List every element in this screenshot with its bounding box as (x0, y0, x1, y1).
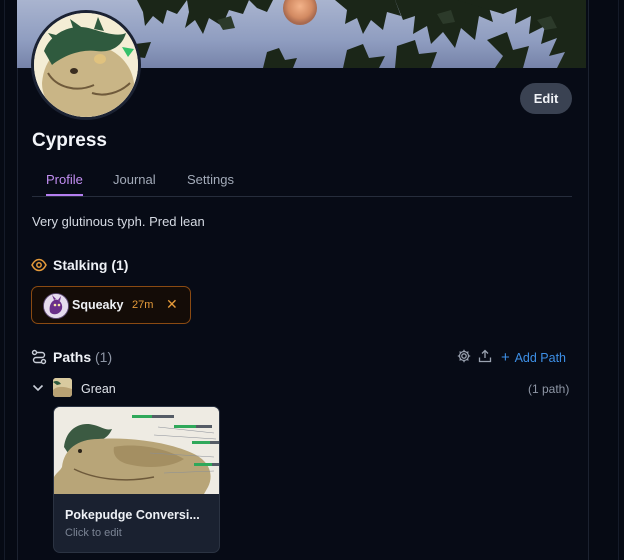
add-path-button[interactable]: + Add Path (501, 349, 566, 366)
close-icon[interactable]: ✕ (166, 296, 178, 313)
tab-journal[interactable]: Journal (113, 172, 156, 196)
upload-icon[interactable] (478, 349, 492, 363)
gear-icon[interactable] (457, 349, 471, 363)
path-thumb-image (53, 378, 72, 397)
path-card-title: Pokepudge Conversi... (65, 508, 200, 522)
path-card-illustration (54, 407, 219, 494)
path-card-subtitle: Click to edit (65, 527, 122, 539)
path-card-image (54, 407, 219, 494)
app-background: Edit Cypress Profile Journal Settings Ve… (0, 0, 624, 560)
page-rail-left (4, 0, 5, 560)
add-path-label: Add Path (514, 351, 566, 365)
eye-icon (31, 258, 47, 272)
stalking-name: Squeaky (72, 298, 124, 312)
chevron-down-icon[interactable] (32, 383, 44, 393)
path-group-count: (1 path) (528, 382, 570, 396)
stalking-chip[interactable]: Squeaky 27m ✕ (31, 286, 191, 324)
profile-bio: Very glutinous typh. Pred lean (32, 214, 205, 229)
tab-settings[interactable]: Settings (187, 172, 234, 196)
paths-heading: Paths (1) (53, 349, 112, 365)
stalking-time: 27m (132, 299, 154, 311)
path-group-name[interactable]: Grean (81, 382, 116, 396)
page-rail-right (618, 0, 619, 560)
paths-title: Paths (53, 349, 92, 365)
path-card[interactable]: Pokepudge Conversi... Click to edit (53, 406, 220, 553)
profile-avatar[interactable] (31, 10, 141, 120)
route-icon (31, 349, 47, 365)
stalking-title: Stalking (53, 257, 108, 273)
profile-tabs: Profile Journal Settings (32, 168, 572, 197)
squeaky-avatar-image (44, 294, 68, 318)
tab-profile[interactable]: Profile (46, 172, 83, 196)
stalking-count: (1) (111, 257, 129, 273)
stalking-heading: Stalking (1) (53, 257, 128, 273)
stalking-avatar (43, 293, 69, 319)
edit-profile-button[interactable]: Edit (520, 83, 572, 114)
path-group-thumbnail (53, 378, 72, 397)
profile-name: Cypress (32, 130, 107, 151)
paths-count: (1) (95, 349, 113, 365)
avatar-image (34, 13, 138, 117)
plus-icon: + (501, 349, 510, 366)
